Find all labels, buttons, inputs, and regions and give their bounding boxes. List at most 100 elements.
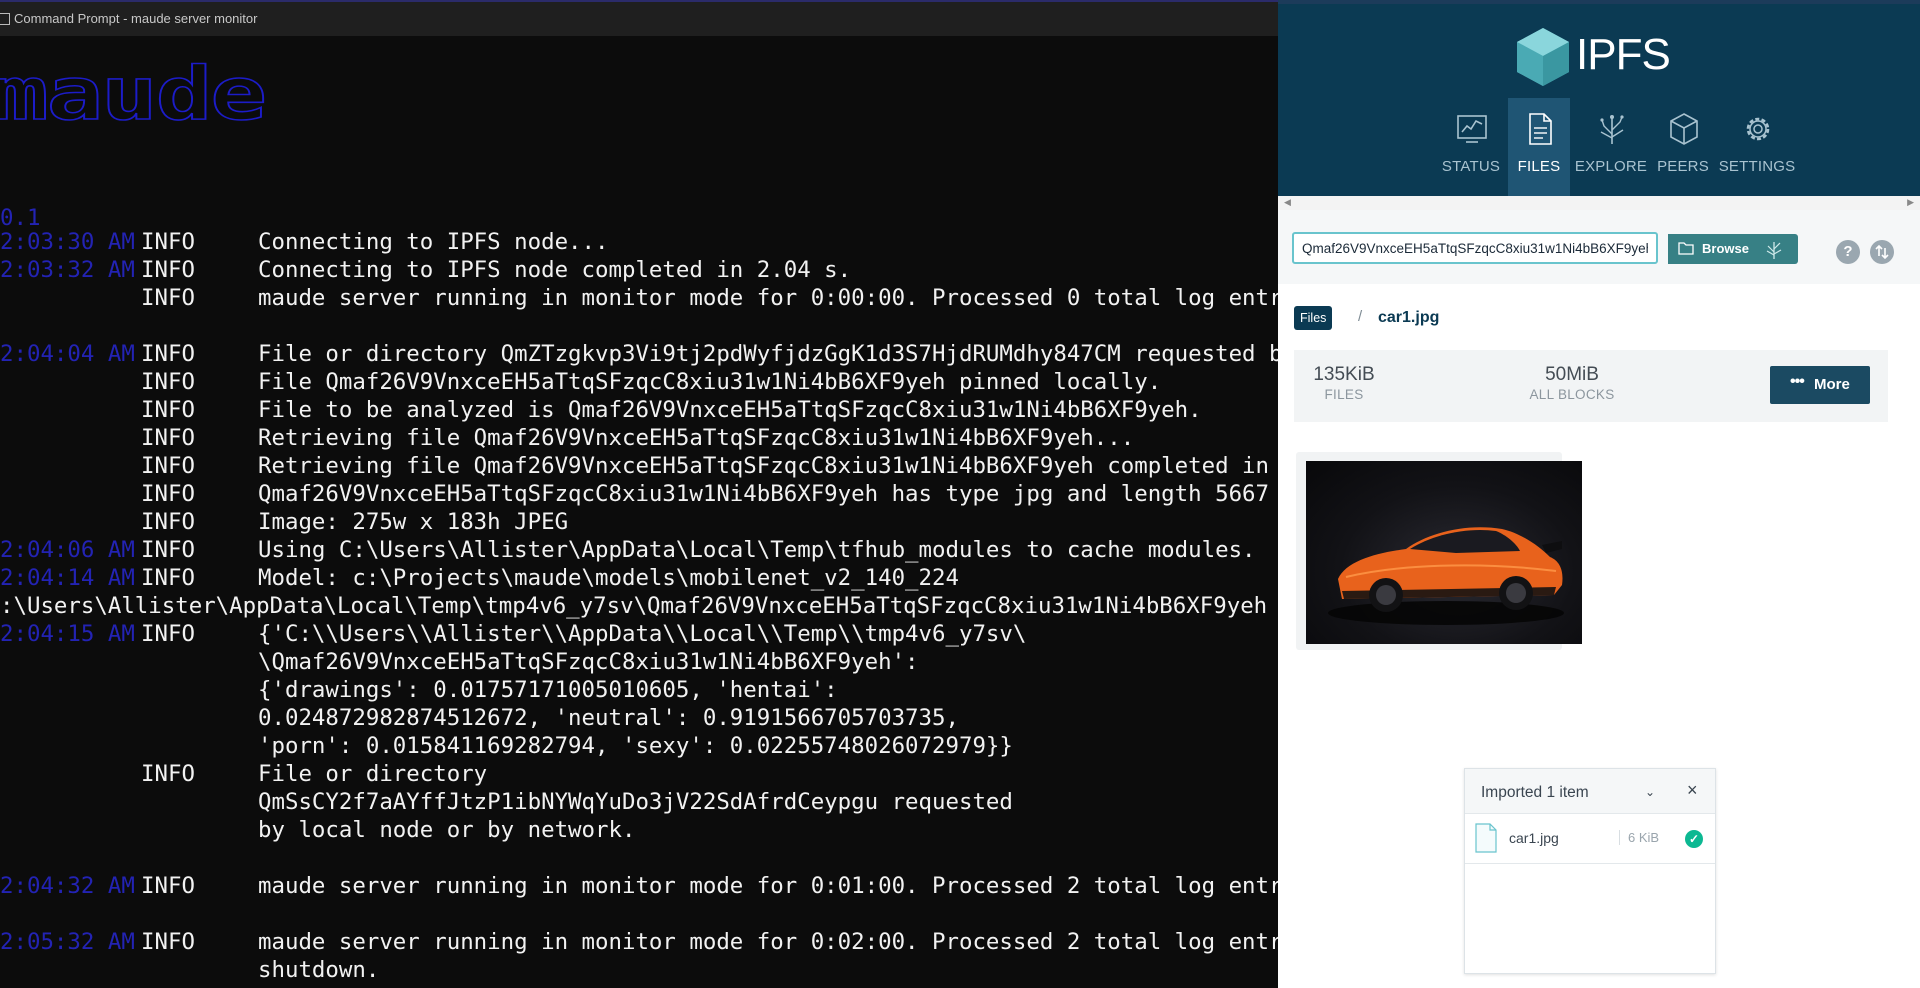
close-icon[interactable]: × xyxy=(1687,780,1698,801)
help-question-icon: ? xyxy=(1843,243,1853,260)
log-message: {'drawings': 0.01757171005010605, 'henta… xyxy=(258,677,838,703)
log-timestamp: 2:04:04 AM xyxy=(0,341,135,367)
log-message: Image: 275w x 183h JPEG xyxy=(258,509,569,535)
orange-sports-car-image xyxy=(1328,527,1564,625)
more-label: More xyxy=(1814,376,1850,393)
nav-explore-label: EXPLORE xyxy=(1574,158,1648,175)
breadcrumb-current-file: car1.jpg xyxy=(1378,309,1440,326)
terminal-output[interactable]: maude 0.1 2:03:30 AM INFO Connecting to IP… xyxy=(0,36,1278,988)
command-prompt-window[interactable]: Command Prompt - maude server monitor ma… xyxy=(0,0,1278,988)
imported-file-name: car1.jpg xyxy=(1509,830,1559,846)
cmd-window-icon xyxy=(0,13,10,25)
log-message: maude server running in monitor mode for… xyxy=(258,929,1278,955)
terminal-titlebar[interactable]: Command Prompt - maude server monitor xyxy=(0,0,1278,36)
import-status-panel: Imported 1 item ⌄ × car1.jpg 6 KiB ✓ xyxy=(1464,768,1716,974)
log-level: INFO xyxy=(141,397,195,423)
log-level: INFO xyxy=(141,509,195,535)
log-message: Retrieving file Qmaf26V9VnxceEH5aTtqSFzq… xyxy=(258,453,1278,479)
more-button[interactable]: ••• More xyxy=(1770,366,1870,404)
file-preview-card[interactable] xyxy=(1296,452,1582,650)
ipfs-webui-panel: IPFS STATUS FILES EXPLORE PEERS SETTINGS… xyxy=(1278,0,1920,988)
files-size-value: 135KiB xyxy=(1313,364,1375,385)
log-message: File to be analyzed is Qmaf26V9VnxceEH5a… xyxy=(258,397,1202,423)
more-dots-icon: ••• xyxy=(1790,373,1805,390)
log-message: {'C:\\Users\\Allister\\AppData\\Local\\T… xyxy=(258,621,1027,647)
log-message: maude server running in monitor mode for… xyxy=(258,873,1278,899)
log-level: INFO xyxy=(141,481,195,507)
help-button[interactable]: ? xyxy=(1836,240,1860,264)
log-level: INFO xyxy=(141,425,195,451)
nav-peers[interactable]: PEERS xyxy=(1652,98,1714,200)
log-message: 0.024872982874512672, 'neutral': 0.91915… xyxy=(258,705,959,731)
nav-status[interactable]: STATUS xyxy=(1440,98,1502,200)
log-message: File or directory QmZTzgkvp3Vi9tj2pdWyfj… xyxy=(258,341,1278,367)
log-level: INFO xyxy=(141,229,195,255)
nav-explore[interactable]: EXPLORE xyxy=(1575,98,1647,200)
repo-stats: 135KiB FILES 50MiB ALL BLOCKS ••• More xyxy=(1294,350,1888,422)
sync-arrows-icon xyxy=(1875,244,1889,260)
files-size-stat: 135KiB FILES xyxy=(1310,364,1378,402)
ipfs-cube-logo-icon[interactable] xyxy=(1514,26,1572,88)
nav-peers-label: PEERS xyxy=(1657,158,1709,175)
log-message: Retrieving file Qmaf26V9VnxceEH5aTtqSFzq… xyxy=(258,425,1135,451)
log-level: INFO xyxy=(141,341,195,367)
log-message: File or directory xyxy=(258,761,488,787)
settings-gear-icon xyxy=(1746,117,1770,141)
imported-file-row[interactable]: car1.jpg 6 KiB ✓ xyxy=(1465,813,1715,864)
log-message: by local node or by network. xyxy=(258,817,636,843)
log-timestamp: 2:04:32 AM xyxy=(0,873,135,899)
log-level: INFO xyxy=(141,285,195,311)
breadcrumb-files-link[interactable]: Files xyxy=(1294,306,1333,330)
log-level: INFO xyxy=(141,621,195,647)
log-level: INFO xyxy=(141,929,195,955)
files-toolbar: Browse ? xyxy=(1278,210,1920,284)
log-level: INFO xyxy=(141,537,195,563)
log-message: maude server running in monitor mode for… xyxy=(258,285,1278,311)
nav-files-label: FILES xyxy=(1517,158,1561,175)
log-timestamp: 2:04:15 AM xyxy=(0,621,135,647)
peers-cube-icon xyxy=(1670,113,1698,145)
log-message: Model: c:\Projects\maude\models\mobilene… xyxy=(258,565,959,591)
log-message: Qmaf26V9VnxceEH5aTtqSFzqcC8xiu31w1Ni4bB6… xyxy=(258,481,1278,507)
files-size-label: FILES xyxy=(1324,387,1364,402)
all-blocks-label: ALL BLOCKS xyxy=(1529,387,1615,402)
log-level: INFO xyxy=(141,257,195,283)
log-level: INFO xyxy=(141,873,195,899)
log-message: \Qmaf26V9VnxceEH5aTtqSFzqcC8xiu31w1Ni4bB… xyxy=(258,649,919,675)
file-icon xyxy=(1475,823,1497,853)
log-message: Using C:\Users\Allister\AppData\Local\Te… xyxy=(258,537,1256,563)
ipfs-path-input[interactable] xyxy=(1292,232,1658,264)
log-message: Connecting to IPFS node... xyxy=(258,229,609,255)
ipfs-logo-text: IPFS xyxy=(1576,30,1671,79)
nav-settings[interactable]: SETTINGS xyxy=(1719,98,1795,200)
log-level: INFO xyxy=(141,565,195,591)
scroll-left-icon[interactable]: ◀ xyxy=(1284,197,1291,208)
horizontal-scrollbar[interactable]: ◀ ▶ xyxy=(1278,196,1920,210)
browse-button[interactable]: Browse xyxy=(1668,234,1798,264)
car-image-preview[interactable] xyxy=(1306,461,1582,644)
log-message: 'porn': 0.015841169282794, 'sexy': 0.022… xyxy=(258,733,1013,759)
ipfs-nav-bar: IPFS STATUS FILES EXPLORE PEERS SETTINGS xyxy=(1278,0,1920,200)
all-blocks-value: 50MiB xyxy=(1545,364,1599,385)
import-title: Imported 1 item xyxy=(1481,784,1589,801)
checkmark-icon: ✓ xyxy=(1685,830,1703,848)
import-panel-header[interactable]: Imported 1 item ⌄ × xyxy=(1465,769,1715,814)
log-message: shutdown. xyxy=(258,957,380,983)
log-text: :\Users\Allister\AppData\Local\Temp\tmp4… xyxy=(0,593,1278,619)
terminal-version-line: 0.1 xyxy=(0,176,81,231)
log-level: INFO xyxy=(141,369,195,395)
explore-tree-icon xyxy=(1766,242,1782,259)
browse-label: Browse xyxy=(1702,241,1749,256)
log-message: QmSsCY2f7aAYffJtzP1ibNYWqYuDo3jV22SdAfrd… xyxy=(258,789,1013,815)
log-timestamp: 2:05:32 AM xyxy=(0,929,135,955)
scroll-right-icon[interactable]: ▶ xyxy=(1907,197,1914,208)
log-timestamp: 2:04:14 AM xyxy=(0,565,135,591)
ascii-banner: maude xyxy=(0,51,268,137)
log-message: File Qmaf26V9VnxceEH5aTtqSFzqcC8xiu31w1N… xyxy=(258,369,1162,395)
chevron-down-icon[interactable]: ⌄ xyxy=(1645,785,1655,799)
log-level: INFO xyxy=(141,761,195,787)
nav-files[interactable]: FILES xyxy=(1508,98,1570,200)
sync-button[interactable] xyxy=(1870,240,1894,264)
status-chart-icon xyxy=(1457,115,1487,143)
breadcrumb-separator: / xyxy=(1358,308,1363,325)
